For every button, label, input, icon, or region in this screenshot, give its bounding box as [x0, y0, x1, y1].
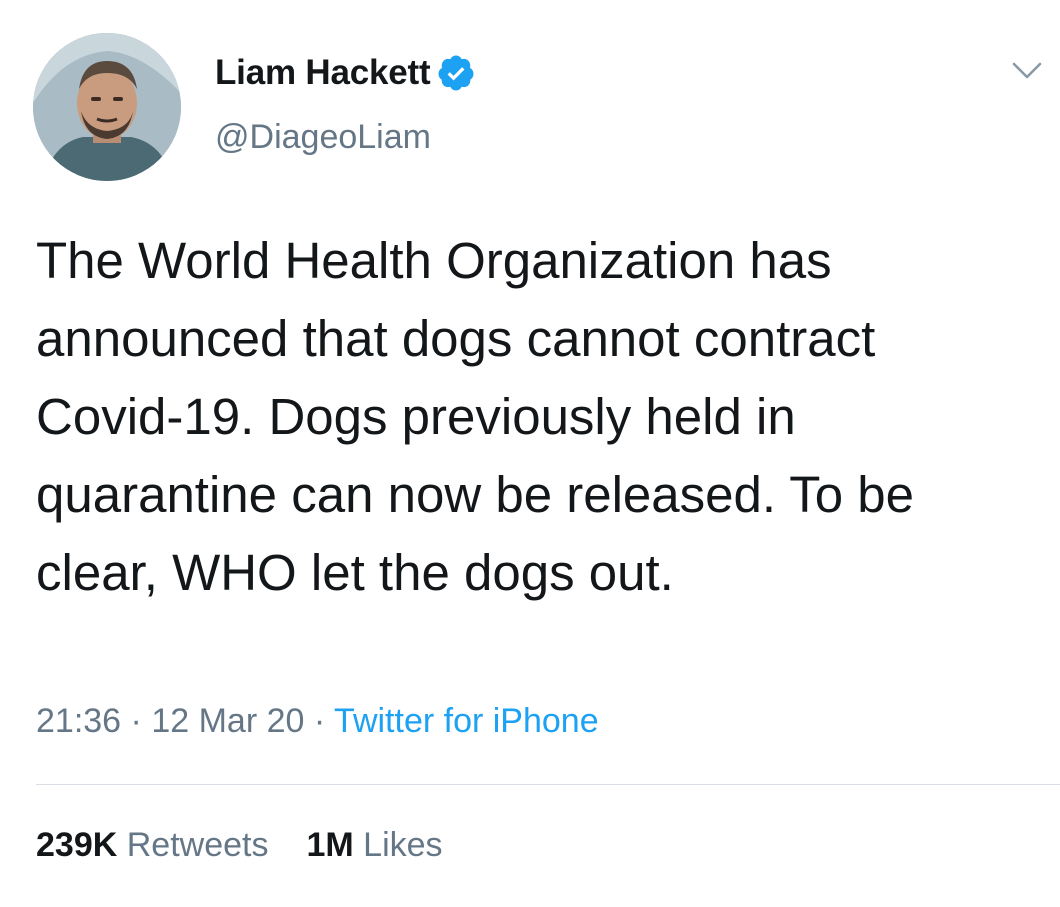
meta-separator: ·: [130, 702, 142, 740]
author-handle[interactable]: @DiageoLiam: [215, 118, 431, 157]
retweets-count: 239K: [36, 826, 118, 864]
tweet-time[interactable]: 21:36: [36, 702, 121, 740]
avatar-photo: [33, 33, 181, 181]
tweet-stats: 239K Retweets 1M Likes: [36, 826, 443, 865]
retweets-stat[interactable]: 239K Retweets: [36, 826, 268, 864]
tweet-source-link[interactable]: Twitter for iPhone: [334, 702, 599, 740]
likes-stat[interactable]: 1M Likes: [306, 826, 442, 864]
verified-badge-icon: [436, 53, 476, 93]
tweet-meta: 21:36 · 12 Mar 20 · Twitter for iPhone: [36, 702, 599, 741]
meta-separator: ·: [313, 702, 326, 740]
likes-label: Likes: [363, 826, 443, 864]
chevron-down-icon[interactable]: [1010, 58, 1044, 84]
author-name-row[interactable]: Liam Hackett: [215, 50, 476, 96]
author-avatar[interactable]: [33, 33, 181, 181]
retweets-label: Retweets: [126, 826, 269, 864]
tweet-date[interactable]: 12 Mar 20: [151, 702, 304, 740]
tweet-text: The World Health Organization has announ…: [36, 232, 915, 601]
divider: [36, 784, 1060, 785]
author-display-name[interactable]: Liam Hackett: [215, 53, 431, 93]
likes-count: 1M: [306, 826, 354, 864]
